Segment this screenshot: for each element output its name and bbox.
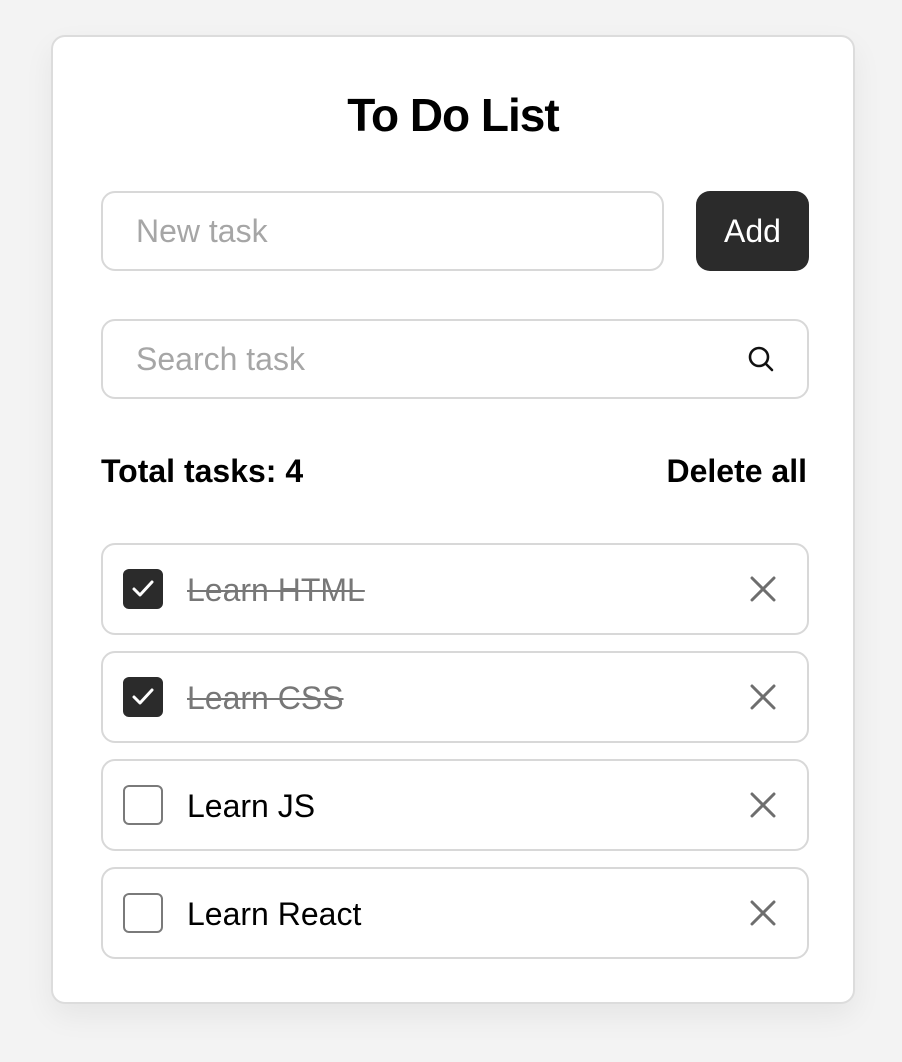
todo-card: To Do List Add Total tasks: 4 Delete all…	[51, 35, 855, 1004]
task-label: Learn CSS	[187, 680, 344, 716]
checkmark-icon	[132, 688, 154, 705]
search-icon[interactable]	[747, 345, 775, 373]
page-title: To Do List	[347, 89, 559, 141]
total-tasks-count: Total tasks: 4	[101, 453, 304, 489]
task-list: Learn HTML Learn CSS Learn JS Learn Reac…	[101, 543, 809, 975]
add-task-button[interactable]: Add	[696, 191, 809, 271]
task-item: Learn JS	[101, 759, 809, 851]
new-task-input[interactable]	[101, 191, 664, 271]
task-item: Learn HTML	[101, 543, 809, 635]
task-item: Learn React	[101, 867, 809, 959]
delete-all-button[interactable]: Delete all	[666, 451, 807, 491]
task-item: Learn CSS	[101, 651, 809, 743]
task-label: Learn JS	[187, 788, 316, 824]
task-checkbox[interactable]	[123, 785, 163, 825]
search-box	[101, 319, 809, 399]
task-label: Learn React	[187, 896, 362, 932]
close-icon[interactable]	[749, 683, 777, 711]
close-icon[interactable]	[749, 791, 777, 819]
task-checkbox[interactable]	[123, 893, 163, 933]
task-label: Learn HTML	[187, 572, 365, 608]
checkmark-icon	[132, 580, 154, 597]
task-checkbox[interactable]	[123, 677, 163, 717]
close-icon[interactable]	[749, 575, 777, 603]
search-input[interactable]	[103, 321, 703, 397]
task-checkbox[interactable]	[123, 569, 163, 609]
close-icon[interactable]	[749, 899, 777, 927]
